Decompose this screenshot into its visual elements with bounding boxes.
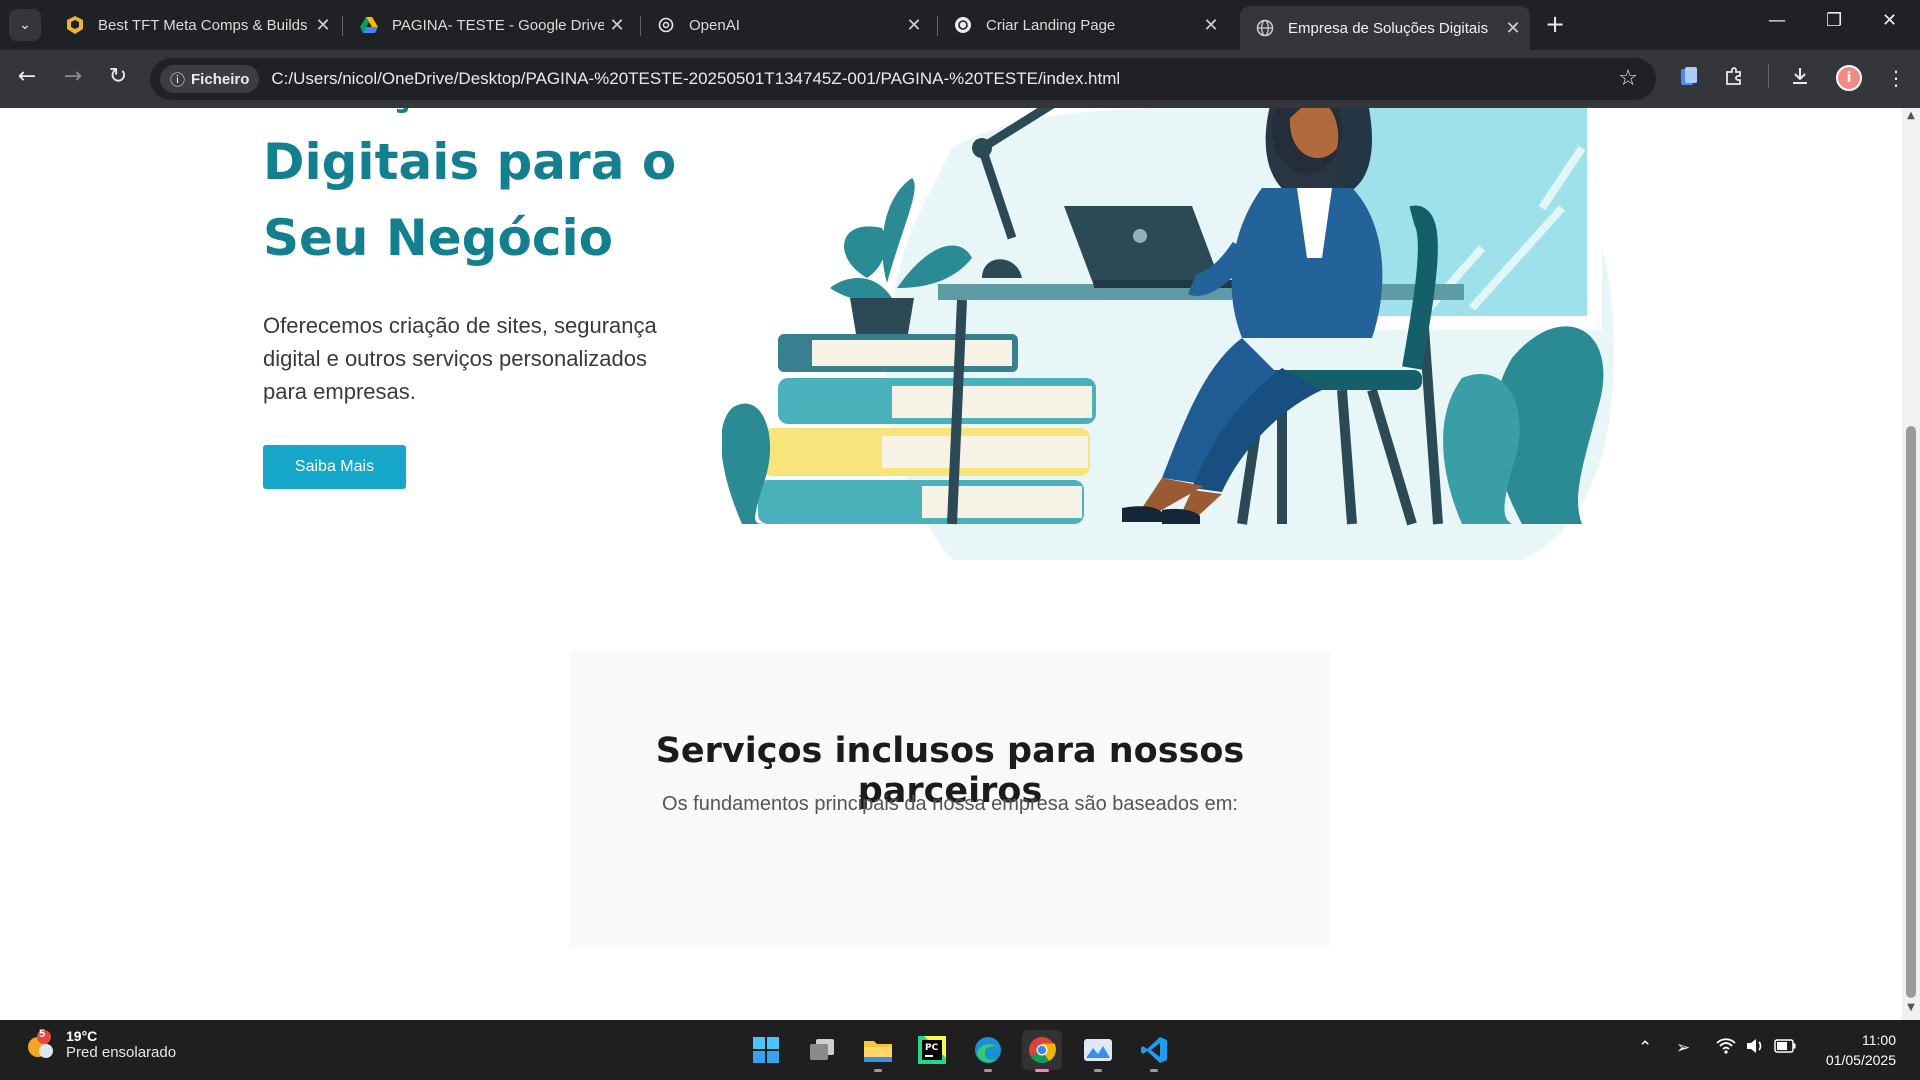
- tab-title: Empresa de Soluções Digitais: [1288, 19, 1489, 37]
- tab-openai[interactable]: OpenAI ✕: [641, 6, 931, 44]
- scroll-up-arrow-icon[interactable]: ▲: [1902, 110, 1920, 126]
- close-icon[interactable]: ✕: [310, 15, 336, 36]
- google-drive-icon: [360, 16, 378, 34]
- globe-icon: [1256, 19, 1274, 37]
- running-indicator: [874, 1069, 882, 1072]
- page-scrollbar[interactable]: ▲ ▼: [1902, 108, 1920, 1020]
- site-info-label: Ficheiro: [191, 70, 250, 88]
- minimize-button[interactable]: —: [1768, 10, 1786, 31]
- weather-temperature: 19°C: [66, 1028, 98, 1044]
- close-icon[interactable]: ✕: [604, 15, 630, 36]
- url-text[interactable]: C:/Users/nicol/OneDrive/Desktop/PAGINA-%…: [271, 69, 1120, 89]
- hero-title: Soluções Digitais para o Seu Negócio: [263, 108, 677, 267]
- tab-google-drive[interactable]: PAGINA- TESTE - Google Drive ✕: [344, 6, 634, 44]
- windows-taskbar: 5 19°C Pred ensolarado PC ⌃ ➢ 11:00 01/0…: [0, 1020, 1920, 1080]
- forward-button[interactable]: →: [58, 64, 88, 89]
- extensions-puzzle-icon[interactable]: [1724, 66, 1744, 91]
- tab-title: Criar Landing Page: [986, 16, 1116, 34]
- weather-condition: Pred ensolarado: [66, 1044, 177, 1061]
- task-view-icon[interactable]: [802, 1030, 842, 1070]
- running-indicator: [1150, 1069, 1158, 1072]
- tab-strip: ⌄ Best TFT Meta Comps & Builds ✕ PAGINA-…: [0, 0, 1920, 50]
- running-indicator: [1035, 1069, 1049, 1072]
- edge-icon[interactable]: [968, 1030, 1008, 1072]
- extension-docs-icon[interactable]: [1680, 66, 1698, 91]
- mobalytics-icon: [66, 16, 84, 34]
- clock-time: 11:00: [1862, 1032, 1896, 1048]
- start-icon[interactable]: [746, 1030, 786, 1070]
- weather-widget[interactable]: 5 19°C Pred ensolarado: [24, 1028, 176, 1061]
- menu-kebab-icon[interactable]: ⋮: [1886, 66, 1906, 90]
- weather-sun-icon: 5: [24, 1027, 56, 1061]
- chrome-icon[interactable]: [1022, 1030, 1062, 1072]
- new-tab-button[interactable]: +: [1545, 10, 1565, 38]
- toolbar-separator: [1768, 64, 1769, 88]
- restore-button[interactable]: ❐: [1826, 10, 1842, 31]
- speaker-icon[interactable]: [1746, 1038, 1764, 1059]
- chevron-down-icon: ⌄: [19, 17, 31, 33]
- system-clock[interactable]: 11:00 01/05/2025: [1826, 1030, 1896, 1070]
- weather-badge: 5: [39, 1027, 46, 1040]
- tab-title: PAGINA- TESTE - Google Drive: [392, 16, 604, 34]
- services-section: Serviços inclusos para nossos parceiros …: [570, 651, 1330, 947]
- location-arrow-icon[interactable]: ➢: [1676, 1038, 1690, 1058]
- download-icon[interactable]: [1790, 66, 1810, 91]
- services-subtitle: Os fundamentos principais da nossa empre…: [662, 793, 1238, 815]
- info-icon: ⓘ: [170, 71, 186, 89]
- site-info-chip[interactable]: ⓘ Ficheiro: [160, 65, 260, 93]
- tab-criar-landing-page[interactable]: Criar Landing Page ✕: [938, 6, 1228, 44]
- openai-icon: [657, 16, 675, 34]
- back-button[interactable]: ←: [12, 64, 42, 89]
- address-bar[interactable]: ⓘ Ficheiro C:/Users/nicol/OneDrive/Deskt…: [150, 58, 1656, 100]
- tab-title: OpenAI: [689, 16, 740, 34]
- close-window-button[interactable]: ✕: [1882, 10, 1897, 31]
- profile-avatar[interactable]: i: [1836, 65, 1862, 91]
- close-icon[interactable]: ✕: [1198, 15, 1224, 36]
- bookmark-star-icon[interactable]: ☆: [1618, 66, 1638, 91]
- photos-icon[interactable]: [1078, 1030, 1118, 1072]
- close-icon[interactable]: ✕: [901, 15, 927, 36]
- battery-icon[interactable]: [1774, 1038, 1796, 1058]
- hero-illustration: [722, 108, 1614, 560]
- clock-date: 01/05/2025: [1825, 1052, 1896, 1068]
- tab-title: Best TFT Meta Comps & Builds: [98, 16, 308, 34]
- wifi-icon[interactable]: [1716, 1038, 1736, 1059]
- running-indicator: [1094, 1069, 1102, 1072]
- svg-text:PC: PC: [925, 1043, 939, 1053]
- scrollbar-thumb[interactable]: [1906, 426, 1916, 998]
- pycharm-icon[interactable]: PC: [912, 1030, 952, 1070]
- running-indicator: [984, 1069, 992, 1072]
- openai-icon: [954, 16, 972, 34]
- tab-search-button[interactable]: ⌄: [9, 9, 41, 41]
- tab-tft[interactable]: Best TFT Meta Comps & Builds ✕: [50, 6, 340, 44]
- file-explorer-icon[interactable]: [858, 1030, 898, 1072]
- tab-separator: [342, 16, 343, 36]
- close-icon[interactable]: ✕: [1500, 18, 1526, 39]
- page-viewport: Soluções Digitais para o Seu Negócio Ofe…: [0, 108, 1902, 1020]
- scroll-down-arrow-icon[interactable]: ▼: [1902, 1002, 1920, 1018]
- hero-description: Oferecemos criação de sites, segurança d…: [263, 313, 657, 404]
- tab-empresa-solucoes-digitais[interactable]: Empresa de Soluções Digitais ✕: [1240, 6, 1530, 50]
- vscode-icon[interactable]: [1134, 1030, 1174, 1072]
- browser-toolbar: ← → ↻ ⓘ Ficheiro C:/Users/nicol/OneDrive…: [0, 50, 1920, 108]
- chevron-up-icon[interactable]: ⌃: [1638, 1038, 1652, 1058]
- saiba-mais-button[interactable]: Saiba Mais: [263, 445, 406, 489]
- reload-button[interactable]: ↻: [103, 64, 133, 89]
